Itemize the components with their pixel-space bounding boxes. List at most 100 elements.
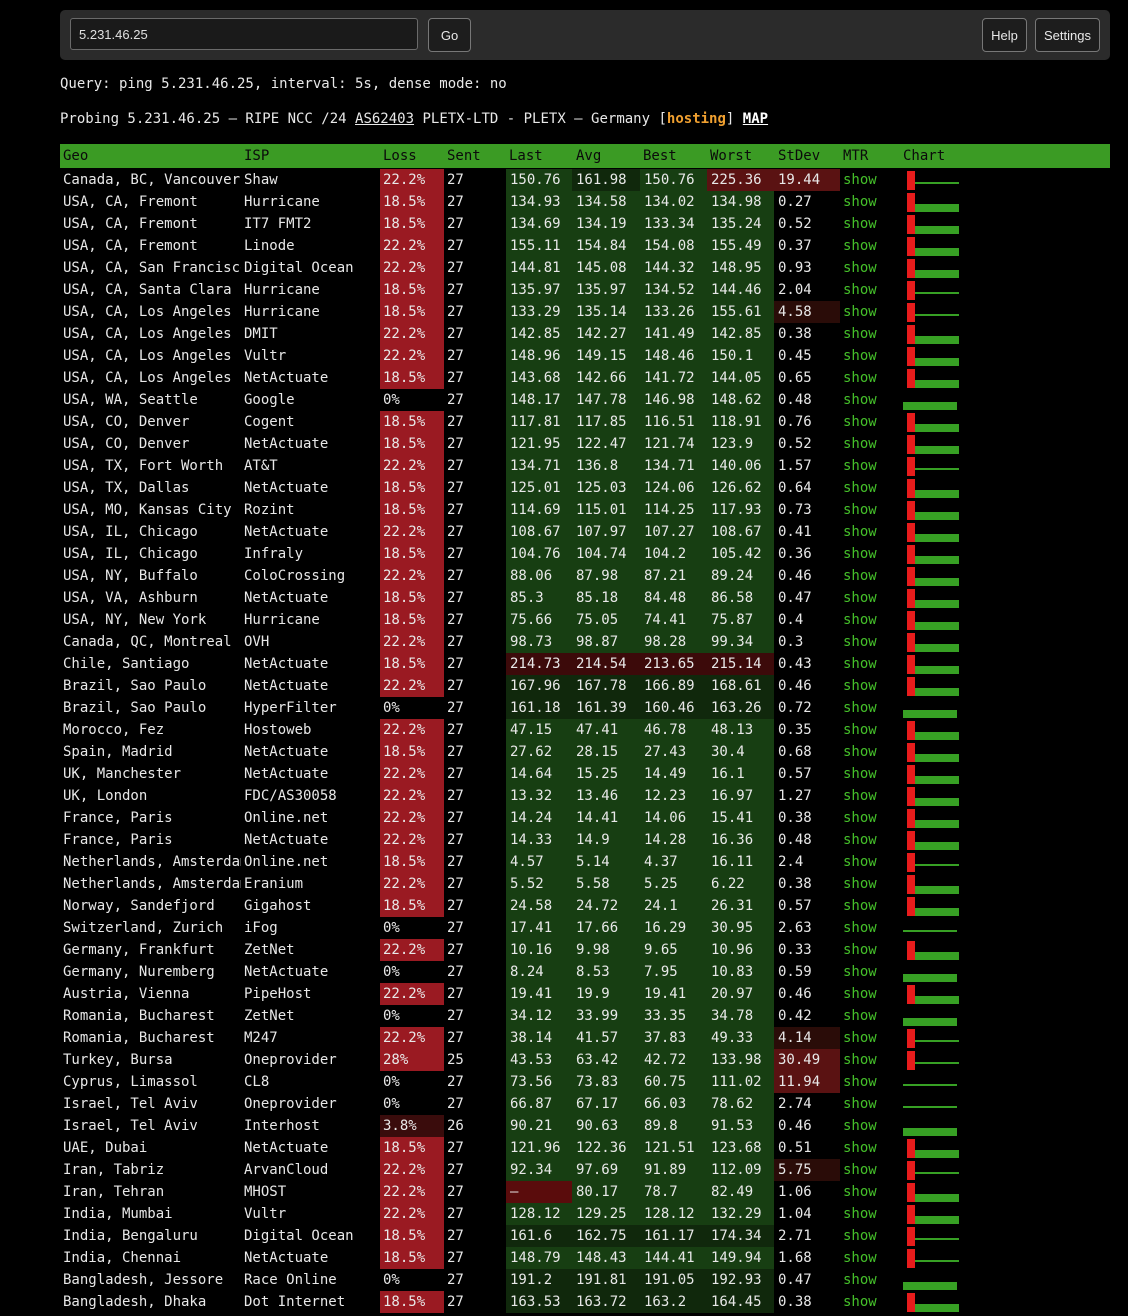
mtr-show-link[interactable]: show xyxy=(843,1247,893,1269)
sent-cell: 27 xyxy=(447,414,464,430)
sparkline-baseline xyxy=(915,1040,959,1042)
help-button[interactable]: Help xyxy=(982,18,1027,52)
avg-cell: 135.97 xyxy=(572,279,640,301)
mtr-show-link[interactable]: show xyxy=(843,455,893,477)
mtr-show-link[interactable]: show xyxy=(843,917,893,939)
mtr-show-link[interactable]: show xyxy=(843,1269,893,1291)
mtr-show-link[interactable]: show xyxy=(843,851,893,873)
avg-cell: 33.99 xyxy=(572,1005,640,1027)
mtr-show-link[interactable]: show xyxy=(843,719,893,741)
avg-cell: 14.41 xyxy=(572,807,640,829)
mtr-show-link[interactable]: show xyxy=(843,257,893,279)
mtr-show-link[interactable]: show xyxy=(843,697,893,719)
latency-sparkline xyxy=(907,1205,959,1224)
geo-cell: France, Paris xyxy=(63,832,173,848)
stdev-cell: 0.36 xyxy=(778,546,812,562)
mtr-show-link[interactable]: show xyxy=(843,213,893,235)
mtr-show-link[interactable]: show xyxy=(843,565,893,587)
sent-cell: 27 xyxy=(447,1140,464,1156)
mtr-show-link[interactable]: show xyxy=(843,1115,893,1137)
results-table: Canada, BC, Vancouver Shaw 22.2% 27 150.76 16… xyxy=(60,169,1110,1313)
avg-cell: 85.18 xyxy=(572,587,640,609)
mtr-show-link[interactable]: show xyxy=(843,873,893,895)
mtr-show-link[interactable]: show xyxy=(843,235,893,257)
mtr-show-link[interactable]: show xyxy=(843,1093,893,1115)
sparkline-baseline xyxy=(903,402,957,410)
mtr-show-link[interactable]: show xyxy=(843,191,893,213)
asn-link[interactable]: AS62403 xyxy=(355,111,414,127)
mtr-show-link[interactable]: show xyxy=(843,477,893,499)
mtr-show-link[interactable]: show xyxy=(843,1225,893,1247)
best-cell: 16.29 xyxy=(640,917,707,939)
mtr-show-link[interactable]: show xyxy=(843,389,893,411)
table-row: USA, TX, Dallas NetActuate 18.5% 27 125.01 12… xyxy=(60,477,1110,499)
mtr-show-link[interactable]: show xyxy=(843,807,893,829)
best-cell: 14.49 xyxy=(640,763,707,785)
mtr-show-link[interactable]: show xyxy=(843,939,893,961)
go-button[interactable]: Go xyxy=(428,18,471,52)
last-cell: 27.62 xyxy=(506,741,572,763)
mtr-show-link[interactable]: show xyxy=(843,983,893,1005)
best-cell: 141.49 xyxy=(640,323,707,345)
mtr-show-link[interactable]: show xyxy=(843,895,893,917)
mtr-show-link[interactable]: show xyxy=(843,1203,893,1225)
stdev-cell: 0.52 xyxy=(778,216,812,232)
target-input[interactable] xyxy=(70,18,418,50)
sparkline-baseline xyxy=(915,226,959,234)
stdev-cell: 0.51 xyxy=(778,1140,812,1156)
sparkline-loss-spike xyxy=(907,259,915,278)
mtr-show-link[interactable]: show xyxy=(843,433,893,455)
isp-cell: PipeHost xyxy=(244,986,312,1002)
mtr-show-link[interactable]: show xyxy=(843,763,893,785)
last-cell: 92.34 xyxy=(506,1159,572,1181)
avg-cell: 122.47 xyxy=(572,433,640,455)
worst-cell: 163.26 xyxy=(707,697,774,719)
mtr-show-link[interactable]: show xyxy=(843,169,893,191)
stdev-cell: 0.57 xyxy=(778,766,812,782)
mtr-show-link[interactable]: show xyxy=(843,829,893,851)
mtr-show-link[interactable]: show xyxy=(843,741,893,763)
mtr-show-link[interactable]: show xyxy=(843,521,893,543)
sparkline-loss-spike xyxy=(907,281,915,300)
geo-cell: Chile, Santiago xyxy=(63,656,190,672)
mtr-show-link[interactable]: show xyxy=(843,1027,893,1049)
stdev-cell: 0.38 xyxy=(778,876,812,892)
mtr-show-link[interactable]: show xyxy=(843,1181,893,1203)
worst-cell: 117.93 xyxy=(707,499,774,521)
stdev-cell: 0.65 xyxy=(778,370,812,386)
mtr-show-link[interactable]: show xyxy=(843,1071,893,1093)
mtr-show-link[interactable]: show xyxy=(843,1005,893,1027)
loss-cell: 0% xyxy=(383,1096,400,1112)
loss-cell: 18.5% xyxy=(380,895,444,917)
mtr-show-link[interactable]: show xyxy=(843,1291,893,1313)
last-cell: 75.66 xyxy=(506,609,572,631)
mtr-show-link[interactable]: show xyxy=(843,323,893,345)
mtr-show-link[interactable]: show xyxy=(843,631,893,653)
mtr-show-link[interactable]: show xyxy=(843,367,893,389)
stdev-cell: 0.47 xyxy=(778,590,812,606)
mtr-show-link[interactable]: show xyxy=(843,411,893,433)
sparkline-baseline xyxy=(915,886,959,894)
mtr-show-link[interactable]: show xyxy=(843,785,893,807)
mtr-show-link[interactable]: show xyxy=(843,499,893,521)
mtr-show-link[interactable]: show xyxy=(843,609,893,631)
settings-button[interactable]: Settings xyxy=(1035,18,1100,52)
mtr-show-link[interactable]: show xyxy=(843,301,893,323)
table-row: India, Mumbai Vultr 22.2% 27 128.12 129.25 128… xyxy=(60,1203,1110,1225)
sparkline-loss-spike xyxy=(907,1293,915,1312)
isp-cell: Online.net xyxy=(244,810,329,826)
mtr-show-link[interactable]: show xyxy=(843,279,893,301)
last-cell: 214.73 xyxy=(506,653,572,675)
mtr-show-link[interactable]: show xyxy=(843,1049,893,1071)
mtr-show-link[interactable]: show xyxy=(843,653,893,675)
sent-cell: 27 xyxy=(447,832,464,848)
mtr-show-link[interactable]: show xyxy=(843,587,893,609)
mtr-show-link[interactable]: show xyxy=(843,1137,893,1159)
map-link[interactable]: MAP xyxy=(743,111,768,127)
mtr-show-link[interactable]: show xyxy=(843,675,893,697)
latency-sparkline xyxy=(907,1249,959,1268)
mtr-show-link[interactable]: show xyxy=(843,345,893,367)
mtr-show-link[interactable]: show xyxy=(843,961,893,983)
mtr-show-link[interactable]: show xyxy=(843,543,893,565)
mtr-show-link[interactable]: show xyxy=(843,1159,893,1181)
